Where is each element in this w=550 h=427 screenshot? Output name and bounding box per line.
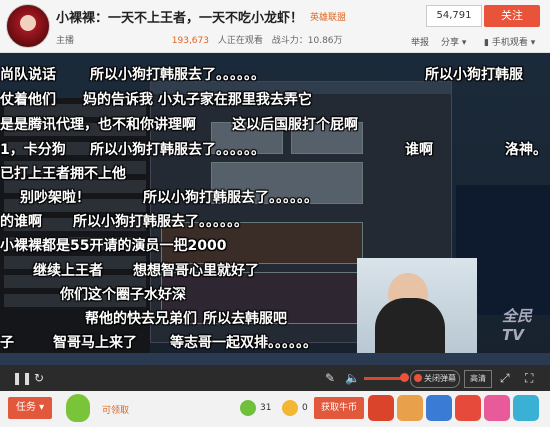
- danmaku-comment: 所以小狗打韩服: [425, 67, 523, 83]
- danmaku-comment: 所以小狗打韩服去了。。。。。。: [90, 142, 265, 158]
- audience-label: 人正在观看: [217, 36, 263, 46]
- follower-count: 54,791: [426, 5, 482, 27]
- danmaku-comment: 继续上王者: [33, 263, 103, 279]
- room-stats: 主播 193,673 人正在观看 战斗力：10.86万: [56, 33, 349, 46]
- task-button[interactable]: 任务 ▾: [8, 397, 52, 419]
- danmaku-toggle-label: 关闭弹幕: [424, 374, 456, 383]
- power-label: 战斗力：10.86万: [271, 36, 343, 46]
- streamer-avatar[interactable]: [6, 4, 50, 48]
- danmaku-comment: 你们这个圈子水好深: [60, 287, 186, 303]
- get-coin-button[interactable]: 获取牛币: [314, 397, 364, 419]
- coin-icon: [282, 400, 298, 416]
- fullscreen-icon[interactable]: ⛶: [525, 365, 533, 391]
- danmaku-comment: 等志哥一起双排。。。。。。: [170, 335, 317, 351]
- danmaku-comment: 子: [0, 335, 14, 351]
- apple-count: 31: [260, 403, 272, 413]
- volume-slider[interactable]: [364, 377, 404, 380]
- bean-character-icon[interactable]: [66, 394, 90, 422]
- danmaku-comment: 小裸裸都是55开请的演员一把2000: [0, 238, 227, 254]
- danmaku-comment: 所以小狗打韩服去了。。。。。。: [90, 67, 265, 83]
- danmaku-comment: 1，卡分狗: [0, 142, 66, 158]
- gift-ball-icon[interactable]: [513, 395, 539, 421]
- gift-bag-icon[interactable]: [397, 395, 423, 421]
- mobile-label: 手机观看: [491, 38, 528, 48]
- danmaku-comment: 所以小狗打韩服去了。。。。。。: [143, 190, 318, 206]
- danmaku-comment: 尚队说话: [0, 67, 56, 83]
- player-control-bar: ❚❚ ↻ ✎ 🔈 关闭弹幕 高清 ⤢ ⛶: [0, 365, 550, 391]
- share-button[interactable]: 分享 ▾: [441, 35, 466, 48]
- danmaku-comment: 智哥马上来了: [53, 335, 137, 351]
- danmaku-comment: 已打上王者拥不上他: [0, 166, 126, 182]
- fullscreen-window-icon[interactable]: ⤢: [500, 365, 510, 391]
- gift-fire-icon[interactable]: [368, 395, 394, 421]
- stream-taskbar: [0, 353, 550, 365]
- chevron-down-icon: ▾: [35, 402, 45, 413]
- chevron-down-icon: ▾: [527, 38, 536, 48]
- audience-count: 193,673: [171, 36, 209, 46]
- refresh-icon[interactable]: ↻: [34, 365, 44, 391]
- volume-slider-handle[interactable]: [400, 373, 409, 382]
- gift-ban-icon[interactable]: [455, 395, 481, 421]
- gift-bar: 任务 ▾ 可领取 31 0 获取牛币: [0, 391, 550, 427]
- danmaku-comment: 所以小狗打韩服去了。。。。。。: [73, 214, 248, 230]
- share-label: 分享: [441, 38, 460, 48]
- danmaku-toggle[interactable]: 关闭弹幕: [410, 370, 460, 388]
- room-title: 小裸裸：一天不上王者，一天不吃小龙虾！: [56, 11, 304, 26]
- watermark-logo: 全民TV: [502, 307, 533, 344]
- danmaku-comment: 妈的告诉我 小丸子家在那里我去弄它: [83, 92, 312, 108]
- phone-icon: ▮: [484, 38, 492, 48]
- danmaku-comment: 帮他的快去兄弟们: [85, 311, 197, 327]
- pause-icon[interactable]: ❚❚: [12, 365, 32, 391]
- danmaku-comment: 所以去韩服吧: [203, 311, 287, 327]
- gift-candy-icon[interactable]: [484, 395, 510, 421]
- game-category-link[interactable]: 英雄联盟: [310, 10, 346, 23]
- video-player[interactable]: 全民TV 尚队说话 所以小狗打韩服去了。。。。。。 所以小狗打韩服 仗着他们 妈…: [0, 53, 550, 365]
- chevron-down-icon: ▾: [459, 38, 467, 48]
- task-label: 任务: [15, 402, 36, 413]
- danmaku-comment: 想想智哥心里就好了: [133, 263, 259, 279]
- report-link[interactable]: 举报: [411, 35, 429, 48]
- coin-count: 0: [302, 403, 308, 413]
- host-label: 主播: [56, 36, 75, 46]
- volume-icon[interactable]: 🔈: [345, 365, 360, 391]
- apple-icon: [240, 400, 256, 416]
- claim-reward-link[interactable]: 可领取: [102, 403, 129, 416]
- danmaku-comment: 这以后国服打个屁啊: [232, 117, 358, 133]
- danmaku-comment: 谁啊: [405, 142, 433, 158]
- follow-button[interactable]: 关注: [484, 5, 540, 27]
- quality-select[interactable]: 高清: [464, 370, 492, 388]
- edit-danmaku-icon[interactable]: ✎: [325, 365, 335, 391]
- danmaku-comment: 洛神。: [505, 142, 547, 158]
- danmaku-comment: 仗着他们: [0, 92, 56, 108]
- danmaku-comment: 的谁啊: [0, 214, 42, 230]
- danmaku-comment: 别吵架啦！: [20, 190, 90, 206]
- danmaku-comment: 是是腾讯代理，也不和你讲理啊: [0, 117, 196, 133]
- gift-drink-icon[interactable]: [426, 395, 452, 421]
- mobile-watch-button[interactable]: ▮ 手机观看 ▾: [484, 35, 535, 48]
- room-header: 小裸裸：一天不上王者，一天不吃小龙虾！ 英雄联盟 主播 193,673 人正在观…: [0, 0, 550, 53]
